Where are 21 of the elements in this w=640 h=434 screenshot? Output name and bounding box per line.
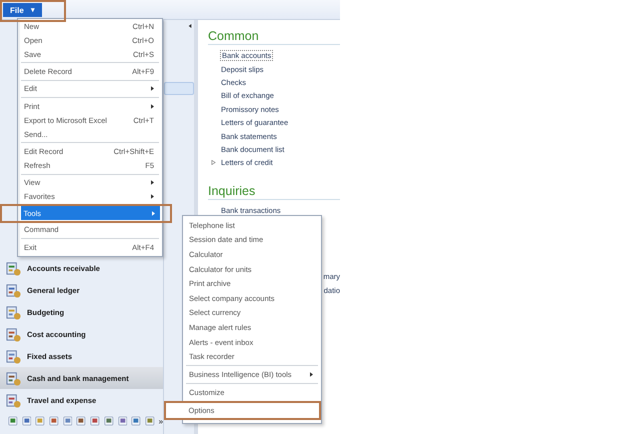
submenu-arrow-icon [310, 372, 313, 378]
section-heading: Inquiries [208, 184, 340, 200]
submenu-arrow-icon [151, 180, 154, 186]
submenu-arrow-icon [151, 86, 154, 92]
section-heading: Common [208, 29, 340, 45]
module-icon [6, 348, 21, 364]
module-icon [6, 260, 21, 276]
module-icon [6, 304, 21, 320]
shortcut-icon[interactable] [144, 416, 155, 426]
submenu-arrow-icon [151, 194, 154, 200]
shortcut-icon[interactable] [35, 416, 46, 426]
shortcut-icon[interactable] [76, 416, 86, 426]
submenu-arrow-icon [151, 104, 154, 109]
module-icon [6, 282, 21, 298]
submenu-arrow-icon [152, 210, 154, 216]
module-icon [6, 370, 21, 386]
expand-icon[interactable] [211, 160, 216, 166]
more-button[interactable]: » [158, 416, 164, 426]
module-icon [6, 392, 21, 408]
collapse-icon[interactable] [188, 24, 192, 28]
module-icon [6, 326, 21, 342]
